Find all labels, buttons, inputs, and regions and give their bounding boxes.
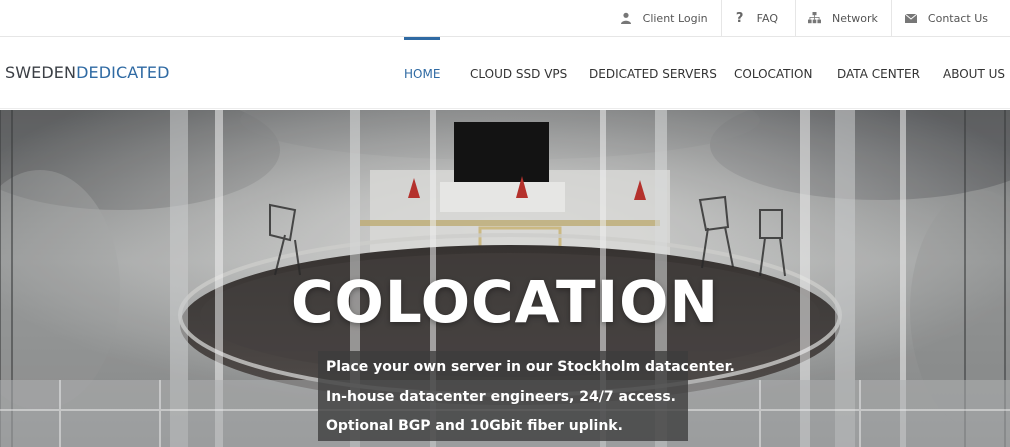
nav-item-dedicated-servers[interactable]: DEDICATED SERVERS — [589, 37, 717, 109]
top-utility-bar: Client Login ? FAQ Network Contact Us — [0, 0, 1010, 37]
question-icon: ? — [735, 10, 744, 26]
hero-tagline-box: Place your own server in our Stockholm d… — [318, 351, 735, 441]
utility-links: Client Login ? FAQ Network Contact Us — [619, 0, 1010, 36]
hero-tagline-line-2: In-house datacenter engineers, 24/7 acce… — [326, 389, 676, 405]
network-label: Network — [831, 11, 878, 25]
envelope-icon — [904, 11, 918, 25]
nav-item-about-us[interactable]: ABOUT US — [943, 37, 1005, 109]
sitemap-icon — [808, 11, 822, 25]
nav-item-data-center[interactable]: DATA CENTER — [837, 37, 920, 109]
client-login-link[interactable]: Client Login — [619, 0, 721, 36]
main-nav: HOME CLOUD SSD VPS DEDICATED SERVERS COL… — [0, 37, 1010, 109]
hero-tagline-line-1: Place your own server in our Stockholm d… — [326, 359, 735, 375]
nav-item-home[interactable]: HOME — [404, 37, 441, 109]
contact-us-link[interactable]: Contact Us — [890, 0, 1010, 36]
hero-banner: COLOCATION Place your own server in our … — [0, 110, 1010, 447]
nav-item-colocation[interactable]: COLOCATION — [734, 37, 812, 109]
faq-label: FAQ — [756, 11, 778, 25]
network-link[interactable]: Network — [794, 0, 891, 36]
client-login-label: Client Login — [642, 11, 708, 25]
nav-item-cloud-ssd-vps[interactable]: CLOUD SSD VPS — [470, 37, 567, 109]
user-icon — [619, 11, 633, 25]
hero-tagline-line-3: Optional BGP and 10Gbit fiber uplink. — [326, 418, 623, 434]
contact-us-label: Contact Us — [927, 11, 988, 25]
faq-link[interactable]: ? FAQ — [720, 0, 795, 36]
main-navbar: SWEDENDEDICATED HOME CLOUD SSD VPS DEDIC… — [0, 37, 1010, 109]
hero-title: COLOCATION — [290, 268, 719, 336]
